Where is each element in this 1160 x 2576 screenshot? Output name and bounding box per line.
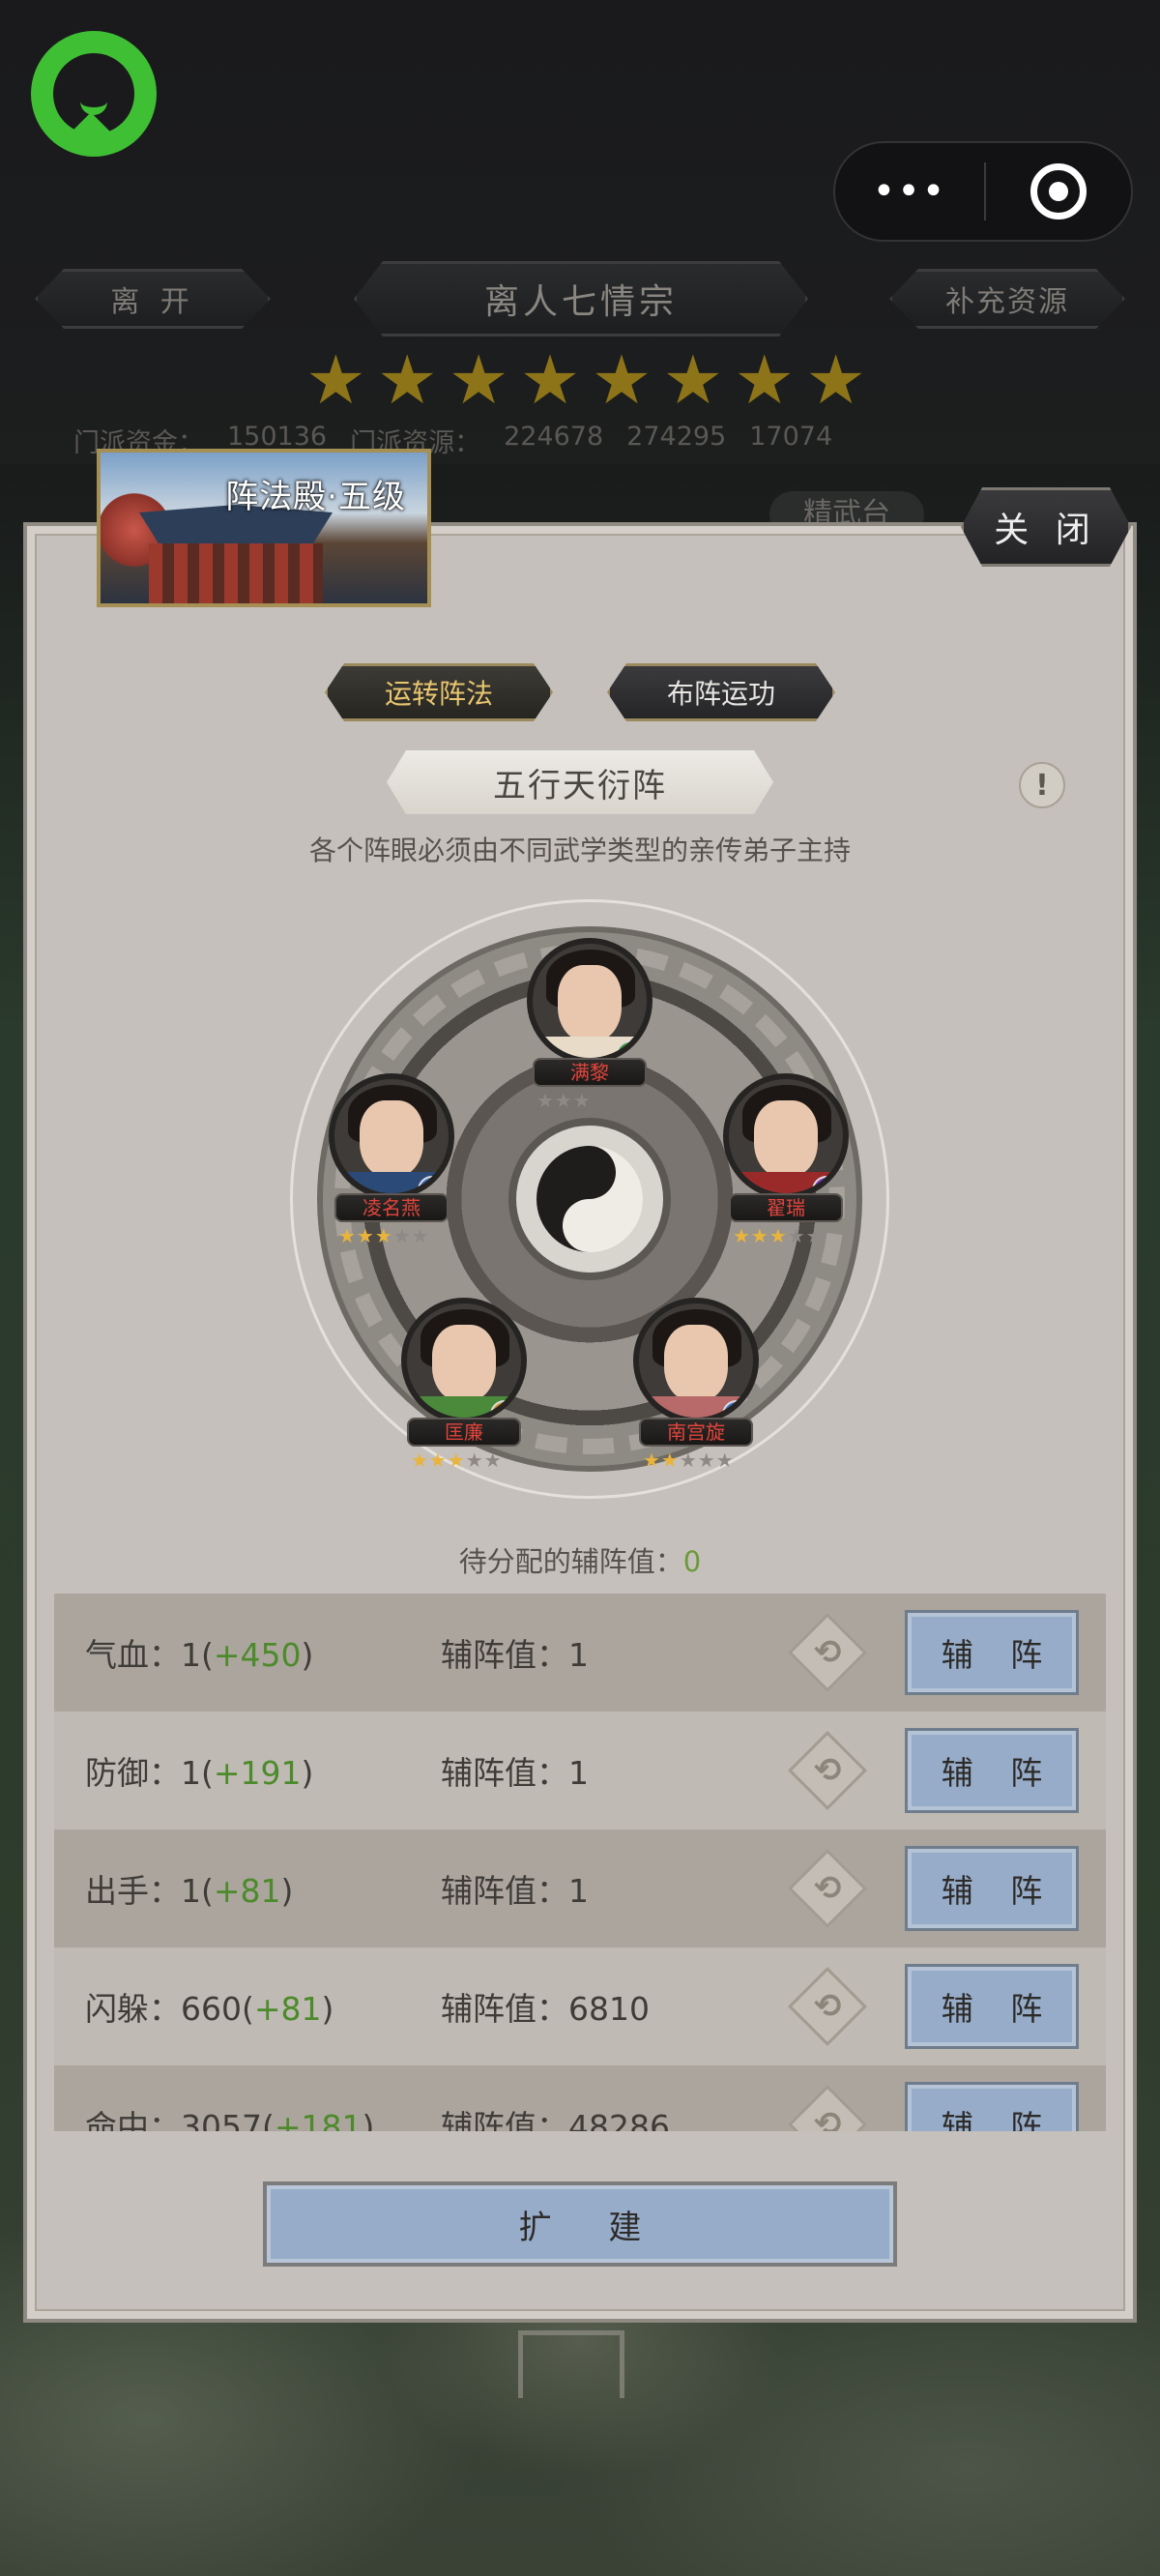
close-mini-program-button[interactable]: [986, 163, 1131, 220]
disciple-stars: ★★★: [536, 1089, 592, 1112]
assist-button[interactable]: 辅 阵: [905, 1846, 1079, 1931]
yin-yang-icon: [508, 1118, 671, 1280]
stat-value: 闪躲：660(+81): [85, 1990, 334, 2028]
star-icon: ★: [519, 340, 581, 420]
star-icon: ★: [662, 340, 724, 420]
reset-button[interactable]: ⟲: [787, 1848, 868, 1929]
star-icon: ★: [734, 340, 796, 420]
disciple-slot-bottom-right[interactable]: 南宫旋 ★★★★★: [624, 1298, 768, 1481]
star-icon: ★: [805, 340, 866, 420]
star-icon: ★: [376, 340, 438, 420]
assist-button[interactable]: 辅 阵: [905, 1610, 1079, 1695]
disciple-portrait: [633, 1298, 759, 1423]
refresh-icon: ⟲: [813, 1987, 842, 2026]
list-item: 命中：3057(+181) 辅阵值：48286 ⟲ 辅 阵: [54, 2065, 1106, 2131]
tab-deploy-formation[interactable]: 布阵运功: [607, 663, 835, 721]
stat-value: 防御：1(+191): [85, 1754, 314, 1792]
disciple-name: 翟瑞: [729, 1193, 843, 1222]
disciple-portrait: [401, 1298, 527, 1423]
list-item: 闪躲：660(+81) 辅阵值：6810 ⟲ 辅 阵: [54, 1947, 1106, 2065]
sect-name: 离人七情宗: [354, 261, 808, 337]
stat-value: 出手：1(+81): [85, 1872, 294, 1910]
assist-button[interactable]: 辅 阵: [905, 1964, 1079, 2049]
building-title: 阵法殿·五级: [225, 478, 406, 516]
support-value: 辅阵值：48286: [441, 2108, 670, 2131]
refresh-icon: ⟲: [813, 2105, 842, 2131]
support-value: 辅阵值：1: [441, 1872, 589, 1910]
star-icon: ★: [448, 340, 509, 420]
refresh-icon: ⟲: [813, 1633, 842, 1672]
app-logo-icon[interactable]: [31, 31, 157, 157]
reset-button[interactable]: ⟲: [787, 1612, 868, 1693]
reset-button[interactable]: ⟲: [787, 1730, 868, 1811]
support-value: 辅阵值：1: [441, 1754, 589, 1792]
disciple-slot-top[interactable]: 满黎 ★★★: [517, 938, 662, 1122]
formation-hint: 各个阵眼必须由不同武学类型的亲传弟子主持: [308, 834, 851, 866]
star-icon: ★: [305, 340, 366, 420]
disciple-stars: ★★★★★: [733, 1224, 825, 1247]
pending-label: 待分配的辅阵值：: [458, 1545, 683, 1578]
disciple-name: 满黎: [533, 1058, 647, 1087]
building-card: 阵法殿·五级: [97, 449, 431, 607]
refresh-icon: ⟲: [813, 1751, 842, 1790]
disciple-stars: ★★★★★: [643, 1449, 735, 1472]
star-icon: ★: [591, 340, 652, 420]
support-value: 辅阵值：1: [441, 1636, 589, 1674]
tab-run-formation[interactable]: 运转阵法: [325, 663, 553, 721]
stat-value: 命中：3057(+181): [85, 2108, 375, 2131]
disciple-slot-right[interactable]: 翟瑞 ★★★★★: [713, 1073, 858, 1257]
sect-star-rating: ★ ★ ★ ★ ★ ★ ★ ★: [305, 346, 866, 414]
supply-resources-button[interactable]: 补充资源: [889, 269, 1125, 329]
disciple-slot-left[interactable]: 凌名燕 ★★★★★: [319, 1073, 464, 1257]
refresh-icon: ⟲: [813, 1869, 842, 1908]
mini-program-capsule: •••: [833, 141, 1133, 242]
disciple-portrait: [329, 1073, 454, 1199]
leave-button[interactable]: 离 开: [35, 269, 271, 329]
pending-value: 0: [682, 1545, 702, 1578]
formation-diagram: 满黎 ★★★ 凌名燕 ★★★★★ 翟瑞 ★★★★★ 匡廉 ★★★★★ 南宫旋 ★…: [290, 899, 889, 1499]
list-item: 防御：1(+191) 辅阵值：1 ⟲ 辅 阵: [54, 1712, 1106, 1830]
close-button[interactable]: 关 闭: [961, 487, 1131, 567]
expand-button[interactable]: 扩 建: [263, 2181, 897, 2267]
more-options-icon[interactable]: •••: [835, 169, 984, 214]
resource-3-value: 274295: [626, 422, 727, 452]
materials-value: 224678: [504, 422, 604, 452]
assist-button[interactable]: 辅 阵: [905, 1728, 1079, 1813]
disciple-name: 南宫旋: [639, 1418, 753, 1447]
reset-button[interactable]: ⟲: [787, 2084, 868, 2131]
attribute-list[interactable]: 气血：1(+450) 辅阵值：1 ⟲ 辅 阵 防御：1(+191) 辅阵值：1 …: [54, 1594, 1106, 2131]
formation-name: 五行天衍阵: [387, 750, 773, 814]
assist-button[interactable]: 辅 阵: [905, 2082, 1079, 2131]
stat-value: 气血：1(+450): [85, 1636, 314, 1674]
reset-button[interactable]: ⟲: [787, 1966, 868, 2047]
disciple-name: 匡廉: [407, 1418, 521, 1447]
disciple-slot-bottom-left[interactable]: 匡廉 ★★★★★: [392, 1298, 536, 1481]
disciple-name: 凌名燕: [334, 1193, 449, 1222]
list-item: 气血：1(+450) 辅阵值：1 ⟲ 辅 阵: [54, 1594, 1106, 1712]
resource-4-value: 17074: [749, 422, 833, 452]
disciple-stars: ★★★★★: [411, 1449, 503, 1472]
support-value: 辅阵值：6810: [441, 1990, 650, 2028]
pending-support-points: 待分配的辅阵值：0: [0, 1539, 1160, 1580]
disciple-portrait: [723, 1073, 849, 1199]
info-icon[interactable]: !: [1019, 762, 1065, 808]
target-icon: [1030, 163, 1087, 220]
disciple-portrait: [527, 938, 652, 1064]
background-gate: [518, 2330, 624, 2398]
list-item: 出手：1(+81) 辅阵值：1 ⟲ 辅 阵: [54, 1830, 1106, 1947]
disciple-stars: ★★★★★: [338, 1224, 430, 1247]
